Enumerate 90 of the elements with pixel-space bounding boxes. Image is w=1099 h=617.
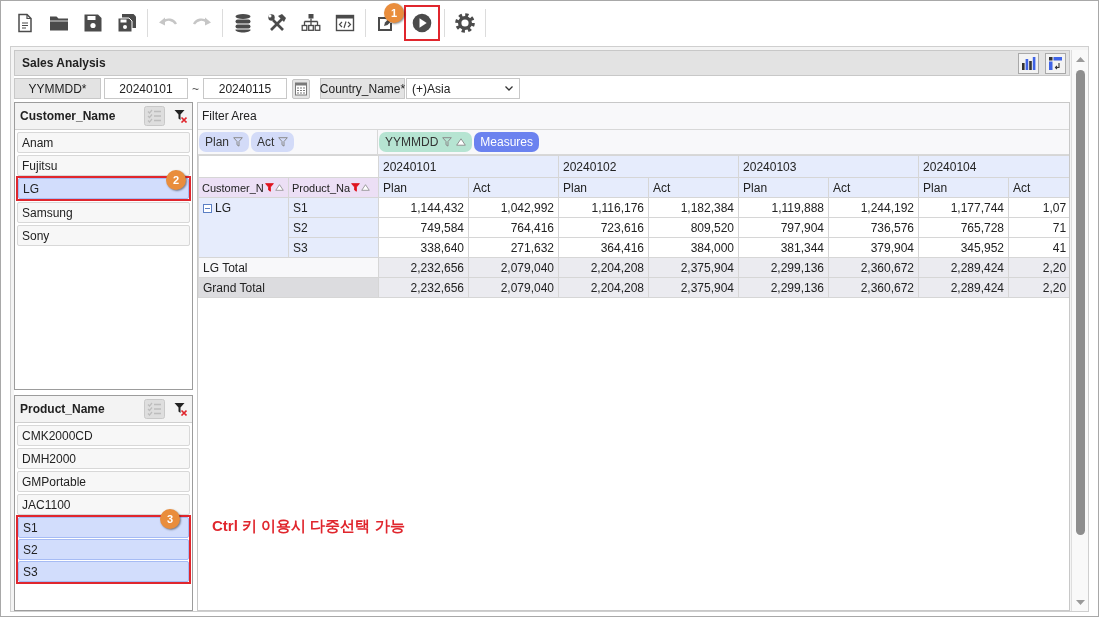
table-cell: 384,000 [648,237,739,258]
callout-badge: 1 [384,3,404,23]
filter-icon[interactable] [351,183,361,192]
chip-label: YYMMDD [385,135,439,149]
list-item[interactable]: Anam [17,132,190,153]
sort-icon[interactable] [456,138,467,146]
scrollbar[interactable] [1071,50,1088,611]
list-item[interactable]: JAC1100 [17,494,190,515]
clear-filter-icon[interactable] [174,109,187,123]
clear-filter-icon[interactable] [174,402,187,416]
filter-icon[interactable] [233,137,244,147]
document-icon[interactable] [15,13,35,33]
hierarchy-icon[interactable] [301,13,321,33]
table-cell: 736,576 [828,217,919,238]
row-group-label: LG [215,201,231,215]
filter-icon[interactable] [278,137,289,147]
table-cell: 379,904 [828,237,919,258]
field-label: Country_Name* [320,78,405,99]
database-icon[interactable] [233,13,253,33]
table-cell: 364,416 [558,237,649,258]
report-title: Sales Analysis [22,56,107,70]
table-cell: 809,520 [648,217,739,238]
list-item[interactable]: Sony [17,225,190,246]
annotation-note: Ctrl 키 이용시 다중선택 가능 [212,517,405,536]
country-select[interactable]: (+)Asia [406,78,520,99]
column-header: 20240102 [558,155,739,178]
tools-icon[interactable] [267,13,287,33]
column-header: 20240104 [918,155,1069,178]
table-cell: 723,616 [558,217,649,238]
table-cell: 1,119,888 [738,197,829,218]
total-label: LG Total [198,257,379,278]
sort-icon[interactable] [361,184,371,191]
column-header: 20240101 [378,155,559,178]
field-chip[interactable]: YYMMDD [379,132,473,152]
range-separator: ~ [191,81,200,96]
table-cell: 345,952 [918,237,1009,258]
table-cell: 764,416 [468,217,559,238]
table-cell: 1,177,744 [918,197,1009,218]
bar-chart-icon [1021,55,1036,71]
gear-icon[interactable] [455,13,475,33]
calendar-icon[interactable] [292,78,310,99]
table-cell: 1,144,432 [378,197,469,218]
row-field-label: Customer_N [202,181,264,194]
list-item[interactable]: CMK2000CD [17,425,190,446]
filter-icon[interactable] [442,137,453,147]
table-cell: 271,632 [468,237,559,258]
field-chip[interactable]: Act [251,132,295,152]
list-item[interactable]: GMPortable [17,471,190,492]
table-cell: 765,728 [918,217,1009,238]
caret-icon [505,86,513,91]
panel-title: Product_Name [20,402,106,416]
field-chip[interactable]: Plan [199,132,250,152]
row-field-label: Product_Na [292,181,351,194]
list-item[interactable]: S3 [18,561,189,582]
table-cell: 1,182,384 [648,197,739,218]
table-cell: 338,640 [378,237,469,258]
play-icon[interactable] [412,13,432,33]
chip-label: Plan [205,135,230,149]
sort-icon[interactable] [274,184,284,191]
checklist-icon[interactable] [144,399,165,419]
list-item[interactable]: S2 [18,539,189,560]
code-window-icon[interactable] [335,13,355,33]
table-cell: 1,042,992 [468,197,559,218]
table-cell: 797,904 [738,217,829,238]
table-cell: 749,584 [378,217,469,238]
table-cell: 1,244,192 [828,197,919,218]
chart-view-button[interactable] [1018,52,1039,74]
filter-area-label: Filter Area [202,109,257,123]
chip-label: Act [257,135,275,149]
field-label: YYMMDD* [14,78,101,99]
filter-icon[interactable] [264,183,274,192]
scrollbar-thumb[interactable] [1075,70,1085,535]
scroll-up-icon[interactable] [1075,57,1085,62]
collapse-icon[interactable] [203,203,212,213]
date-field[interactable]: 20240101 [104,78,188,99]
panel-title: Customer_Name [20,109,117,123]
floppy-disks-icon[interactable] [117,13,137,33]
pivot-swap-icon [1048,55,1063,71]
column-header: 20240103 [738,155,919,178]
scroll-down-icon[interactable] [1075,600,1085,605]
list-item[interactable]: Fujitsu [17,155,190,176]
row-field-header[interactable]: Customer_N [198,177,289,198]
table-cell: 1,116,176 [558,197,649,218]
list-item[interactable]: DMH2000 [17,448,190,469]
date-field[interactable]: 20240115 [203,78,287,99]
list-item[interactable]: Samsung [17,202,190,223]
checklist-icon[interactable] [144,106,165,126]
table-cell: 381,344 [738,237,829,258]
total-label: Grand Total [198,277,379,298]
pivot-view-button[interactable] [1045,52,1066,74]
